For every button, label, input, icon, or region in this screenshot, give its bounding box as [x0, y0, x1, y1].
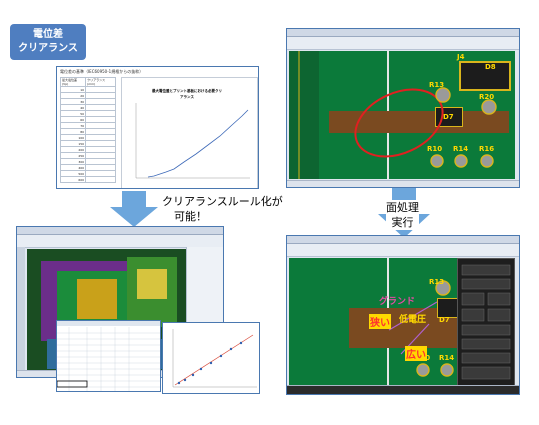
- after-pcb-canvas: R13 D7 R10 R14 グランド 狭い 低電圧 広い: [289, 258, 459, 386]
- after-label-r13: R13: [429, 278, 445, 286]
- process-caption: 面処理 実行: [386, 200, 419, 230]
- clearance-table: 最大電位差 (Vp) クリアランス (mm) 10 20 30 40 50 60 70 80 1…: [59, 77, 116, 183]
- down-arrow-left: [110, 191, 158, 227]
- label-r16: R16: [479, 145, 495, 153]
- pcb-view-before: J4 D8 R13 R20 D7 R10 R14 R16: [286, 28, 520, 188]
- sheet-title: 電位差の基準（IEC60950-1規格からの抜粋）: [60, 69, 144, 74]
- label-r10: R10: [427, 145, 443, 153]
- header-voltage: 最大電位差 (Vp): [59, 77, 87, 87]
- rule-spreadsheet: [56, 320, 161, 392]
- voltage-cell: 600: [59, 176, 87, 183]
- before-toolbar: [287, 37, 519, 50]
- table-header-row: 最大電位差 (Vp) クリアランス (mm): [59, 77, 116, 87]
- table-row: 600: [59, 176, 116, 183]
- header-clearance: クリアランス (mm): [85, 77, 116, 87]
- label-d7: D7: [443, 113, 454, 121]
- after-toolbar: [287, 244, 519, 257]
- callout-ground: グランド: [379, 297, 416, 307]
- topic-badge: 電位差 クリアランス: [10, 24, 86, 60]
- label-r20: R20: [479, 93, 495, 101]
- process-caption-line-1: 面処理: [386, 201, 419, 214]
- left-tool-palette: [17, 247, 25, 373]
- label-r13: R13: [429, 81, 445, 89]
- clearance-table-panel: 電位差の基準（IEC60950-1規格からの抜粋） 最大電位差 (Vp) クリア…: [56, 66, 259, 189]
- callout-narrow: 狭い: [369, 314, 391, 329]
- label-r14: R14: [453, 145, 469, 153]
- callout-wide: 広い: [405, 346, 427, 361]
- label-d8: D8: [485, 63, 496, 71]
- after-label-r14: R14: [439, 354, 455, 362]
- label-j4: J4: [457, 53, 465, 61]
- badge-line-2: クリアランス: [18, 43, 78, 54]
- process-caption-line-2: 実行: [391, 216, 414, 229]
- pcb-view-after: R13 D7 R10 R14 グランド 狭い 低電圧 広い: [286, 235, 520, 395]
- clearance-curve: [147, 109, 249, 178]
- chart-area: 最大電位差とプリント基板における必要クリアランス: [121, 77, 258, 188]
- after-label-d7: D7: [439, 316, 450, 324]
- before-pcb-canvas: J4 D8 R13 R20 D7 R10 R14 R16: [289, 51, 515, 179]
- rule-caption-line-1: クリアランスルール化が: [162, 195, 283, 208]
- rule-caption-line-2: 可能！: [174, 210, 207, 223]
- rule-scatter-plot: [162, 322, 260, 394]
- layer-settings-panel: [457, 258, 515, 388]
- clearance-cell: [85, 176, 116, 183]
- callout-low-voltage: 低電圧: [399, 315, 427, 325]
- badge-line-1: 電位差: [33, 29, 63, 40]
- rule-caption: クリアランスルール化が 可能！: [162, 194, 283, 224]
